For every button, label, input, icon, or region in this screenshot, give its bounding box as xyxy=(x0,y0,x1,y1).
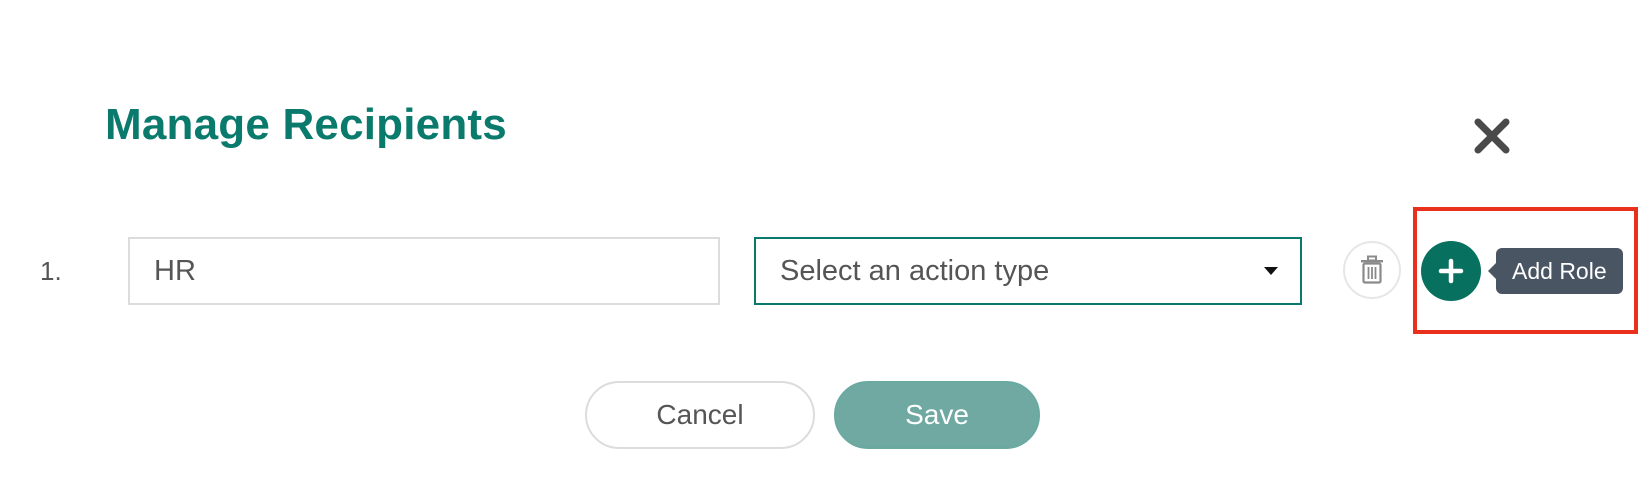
delete-recipient-button[interactable] xyxy=(1343,241,1401,299)
action-type-select[interactable]: Select an action type xyxy=(754,237,1302,305)
role-input[interactable] xyxy=(128,237,720,305)
trash-icon xyxy=(1361,255,1383,284)
modal-title: Manage Recipients xyxy=(105,100,507,149)
action-type-placeholder: Select an action type xyxy=(780,254,1050,287)
cancel-button[interactable]: Cancel xyxy=(585,381,815,449)
save-button[interactable]: Save xyxy=(834,381,1040,449)
add-role-button[interactable] xyxy=(1421,241,1481,301)
recipient-row-number: 1. xyxy=(40,256,62,286)
add-role-tooltip: Add Role xyxy=(1488,248,1623,294)
manage-recipients-modal: Manage Recipients 1. Select an action ty… xyxy=(0,0,1642,490)
close-icon xyxy=(1474,118,1510,154)
plus-icon xyxy=(1438,258,1464,284)
close-button[interactable] xyxy=(1468,112,1516,160)
caret-down-icon xyxy=(1264,267,1278,275)
